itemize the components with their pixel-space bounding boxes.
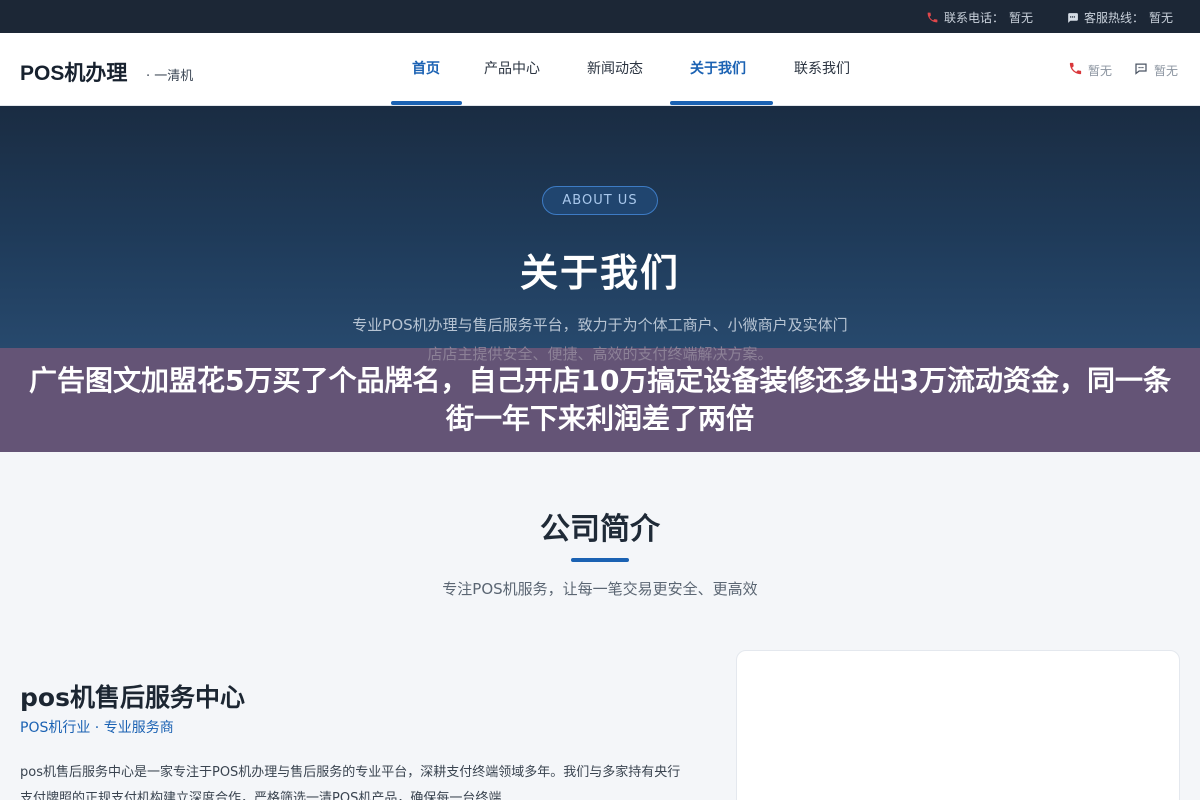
header-chat[interactable]: 暂无 xyxy=(1133,61,1178,79)
company-description: pos机售后服务中心是一家专注于POS机办理与售后服务的专业平台，深耕支付终端领… xyxy=(20,765,681,800)
nav-contact[interactable]: 联系我们 xyxy=(794,58,850,78)
nav-home[interactable]: 首页 xyxy=(412,58,440,78)
topbar-service-label: 客服热线： xyxy=(1084,11,1145,25)
topbar-service[interactable]: 客服热线： 暂无 xyxy=(1066,9,1173,26)
site-header: POS机办理 · 一清机 首页 产品中心 新闻动态 关于我们 联系我们 暂无 暂… xyxy=(0,33,1200,106)
topbar-service-value: 暂无 xyxy=(1149,11,1174,25)
section-title-underline xyxy=(571,558,629,562)
header-phone-value: 暂无 xyxy=(1088,63,1113,78)
nav-about-underline xyxy=(670,101,773,105)
about-us-badge: ABOUT US xyxy=(542,186,658,215)
nav-home-underline xyxy=(391,101,462,105)
topbar-phone-value: 暂无 xyxy=(1009,11,1034,25)
hero-description: 专业POS机办理与售后服务平台，致力于为个体工商户、小微商户及实体门 xyxy=(352,316,848,334)
header-phone[interactable]: 暂无 xyxy=(1068,61,1112,79)
nav-about[interactable]: 关于我们 xyxy=(690,58,746,78)
section-title: 公司简介 xyxy=(540,512,660,547)
top-utility-bar: 联系电话： 暂无 客服热线： 暂无 xyxy=(0,0,1200,33)
phone-icon xyxy=(926,11,939,24)
header-chat-value: 暂无 xyxy=(1154,63,1179,78)
hero-description-line2: 店店主提供安全、便捷、高效的支付终端解决方案。 xyxy=(427,345,773,363)
section-subtitle: 专注POS机服务，让每一笔交易更安全、更高效 xyxy=(442,580,758,598)
nav-products[interactable]: 产品中心 xyxy=(484,58,540,78)
ad-banner-text[interactable]: 广告图文加盟花5万买了个品牌名，自己开店10万搞定设备装修还多出3万流动资金，同… xyxy=(20,362,1180,438)
chat-icon xyxy=(1133,61,1149,79)
nav-news[interactable]: 新闻动态 xyxy=(587,58,643,78)
ad-banner[interactable]: 店店主提供安全、便捷、高效的支付终端解决方案。 广告图文加盟花5万买了个品牌名，… xyxy=(0,345,1200,452)
topbar-phone-label: 联系电话： xyxy=(944,11,1005,25)
phone-icon xyxy=(1068,61,1083,79)
about-hero: ABOUT US 关于我们 专业POS机办理与售后服务平台，致力于为个体工商户、… xyxy=(0,106,1200,348)
company-tagline: POS机行业 · 专业服务商 xyxy=(20,720,174,736)
hero-title: 关于我们 xyxy=(519,251,680,295)
chat-icon xyxy=(1066,11,1079,24)
company-name: pos机售后服务中心 xyxy=(20,683,245,712)
site-logo-subtitle: · 一清机 xyxy=(146,69,194,84)
company-image-card xyxy=(736,650,1180,800)
topbar-phone[interactable]: 联系电话： 暂无 xyxy=(926,9,1033,26)
site-logo[interactable]: POS机办理 xyxy=(20,57,127,87)
